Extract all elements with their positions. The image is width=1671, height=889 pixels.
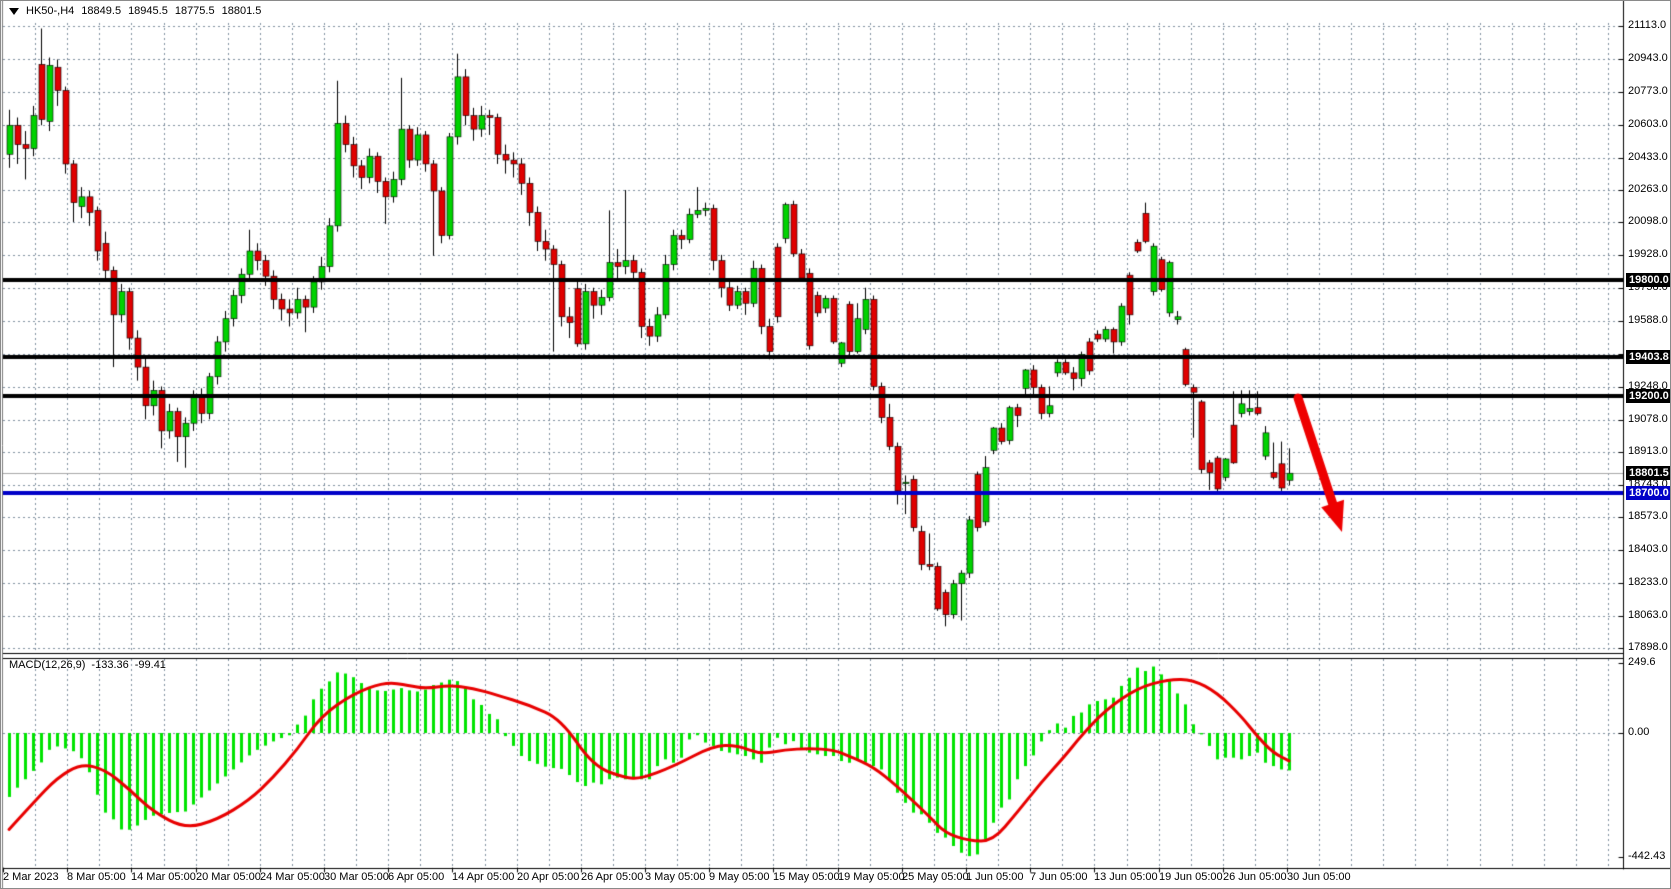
price-badge-19200.0: 19200.0 bbox=[1626, 389, 1671, 403]
time-axis-label: 8 Mar 05:00 bbox=[67, 871, 126, 884]
time-axis-label: 3 May 05:00 bbox=[645, 871, 706, 884]
macd-axis-label: 0.00 bbox=[1628, 726, 1649, 739]
time-axis-label: 20 Mar 05:00 bbox=[196, 871, 261, 884]
chart-canvas[interactable] bbox=[1, 1, 1671, 889]
price-axis-label: 20098.0 bbox=[1628, 215, 1668, 228]
time-axis-label: 19 May 05:00 bbox=[838, 871, 905, 884]
price-badge-19800.0: 19800.0 bbox=[1626, 273, 1671, 287]
price-axis-label: 21113.0 bbox=[1628, 19, 1666, 32]
time-axis-label: 24 Mar 05:00 bbox=[260, 871, 325, 884]
time-axis-label: 14 Apr 05:00 bbox=[452, 871, 514, 884]
macd-axis-label: 249.6 bbox=[1628, 656, 1656, 669]
title-high-value: 18945.5 bbox=[128, 5, 168, 17]
price-axis-label: 19588.0 bbox=[1628, 314, 1668, 327]
price-axis-label: 19078.0 bbox=[1628, 413, 1668, 426]
time-axis-label: 7 Jun 05:00 bbox=[1030, 871, 1088, 884]
time-axis-label: 20 Apr 05:00 bbox=[517, 871, 579, 884]
price-axis-label: 20943.0 bbox=[1628, 52, 1668, 65]
time-axis-label: 2 Mar 2023 bbox=[3, 871, 59, 884]
symbol-timeframe-label: HK50-,H4 bbox=[26, 5, 74, 17]
price-axis-label: 18063.0 bbox=[1628, 609, 1668, 622]
time-axis-label: 9 May 05:00 bbox=[709, 871, 770, 884]
time-axis-label: 25 May 05:00 bbox=[902, 871, 969, 884]
price-axis-label: 18233.0 bbox=[1628, 576, 1668, 589]
time-axis-label: 30 Jun 05:00 bbox=[1287, 871, 1351, 884]
time-axis-label: 13 Jun 05:00 bbox=[1094, 871, 1158, 884]
macd-axis-label: -442.43 bbox=[1628, 850, 1665, 863]
price-badge-19403.8: 19403.8 bbox=[1626, 350, 1671, 364]
chart-window: HK50-,H4 18849.5 18945.5 18775.5 18801.5 MAC… bbox=[0, 0, 1671, 889]
price-badge-18801.5: 18801.5 bbox=[1626, 466, 1671, 480]
macd-current-value: -133.36 bbox=[91, 659, 128, 671]
macd-signal-value: -99.41 bbox=[135, 659, 166, 671]
price-axis-label: 20773.0 bbox=[1628, 85, 1668, 98]
price-axis-label: 18913.0 bbox=[1628, 445, 1668, 458]
price-axis-label: 20263.0 bbox=[1628, 183, 1668, 196]
chart-title-bar: HK50-,H4 18849.5 18945.5 18775.5 18801.5 bbox=[9, 5, 268, 17]
time-axis-label: 1 Jun 05:00 bbox=[966, 871, 1024, 884]
macd-name: MACD(12,26,9) bbox=[9, 659, 85, 671]
price-badge-18700.0: 18700.0 bbox=[1626, 486, 1671, 500]
time-axis-label: 14 Mar 05:00 bbox=[131, 871, 196, 884]
time-axis-label: 26 Apr 05:00 bbox=[581, 871, 643, 884]
price-axis-label: 20603.0 bbox=[1628, 118, 1668, 131]
time-axis-label: 19 Jun 05:00 bbox=[1159, 871, 1223, 884]
price-axis-label: 18403.0 bbox=[1628, 543, 1668, 556]
title-low-value: 18775.5 bbox=[175, 5, 215, 17]
price-axis-label: 18573.0 bbox=[1628, 510, 1668, 523]
time-axis-label: 30 Mar 05:00 bbox=[324, 871, 389, 884]
time-axis-label: 26 Jun 05:00 bbox=[1223, 871, 1287, 884]
macd-indicator-label: MACD(12,26,9) -133.36 -99.41 bbox=[9, 659, 172, 671]
price-axis-label: 19928.0 bbox=[1628, 248, 1668, 261]
price-axis-label: 20433.0 bbox=[1628, 151, 1668, 164]
time-axis-label: 15 May 05:00 bbox=[773, 871, 840, 884]
title-close-value: 18801.5 bbox=[222, 5, 262, 17]
time-axis-label: 6 Apr 05:00 bbox=[388, 871, 444, 884]
price-axis-label: 17898.0 bbox=[1628, 641, 1668, 654]
title-open-value: 18849.5 bbox=[81, 5, 121, 17]
chevron-down-icon[interactable] bbox=[9, 8, 19, 15]
